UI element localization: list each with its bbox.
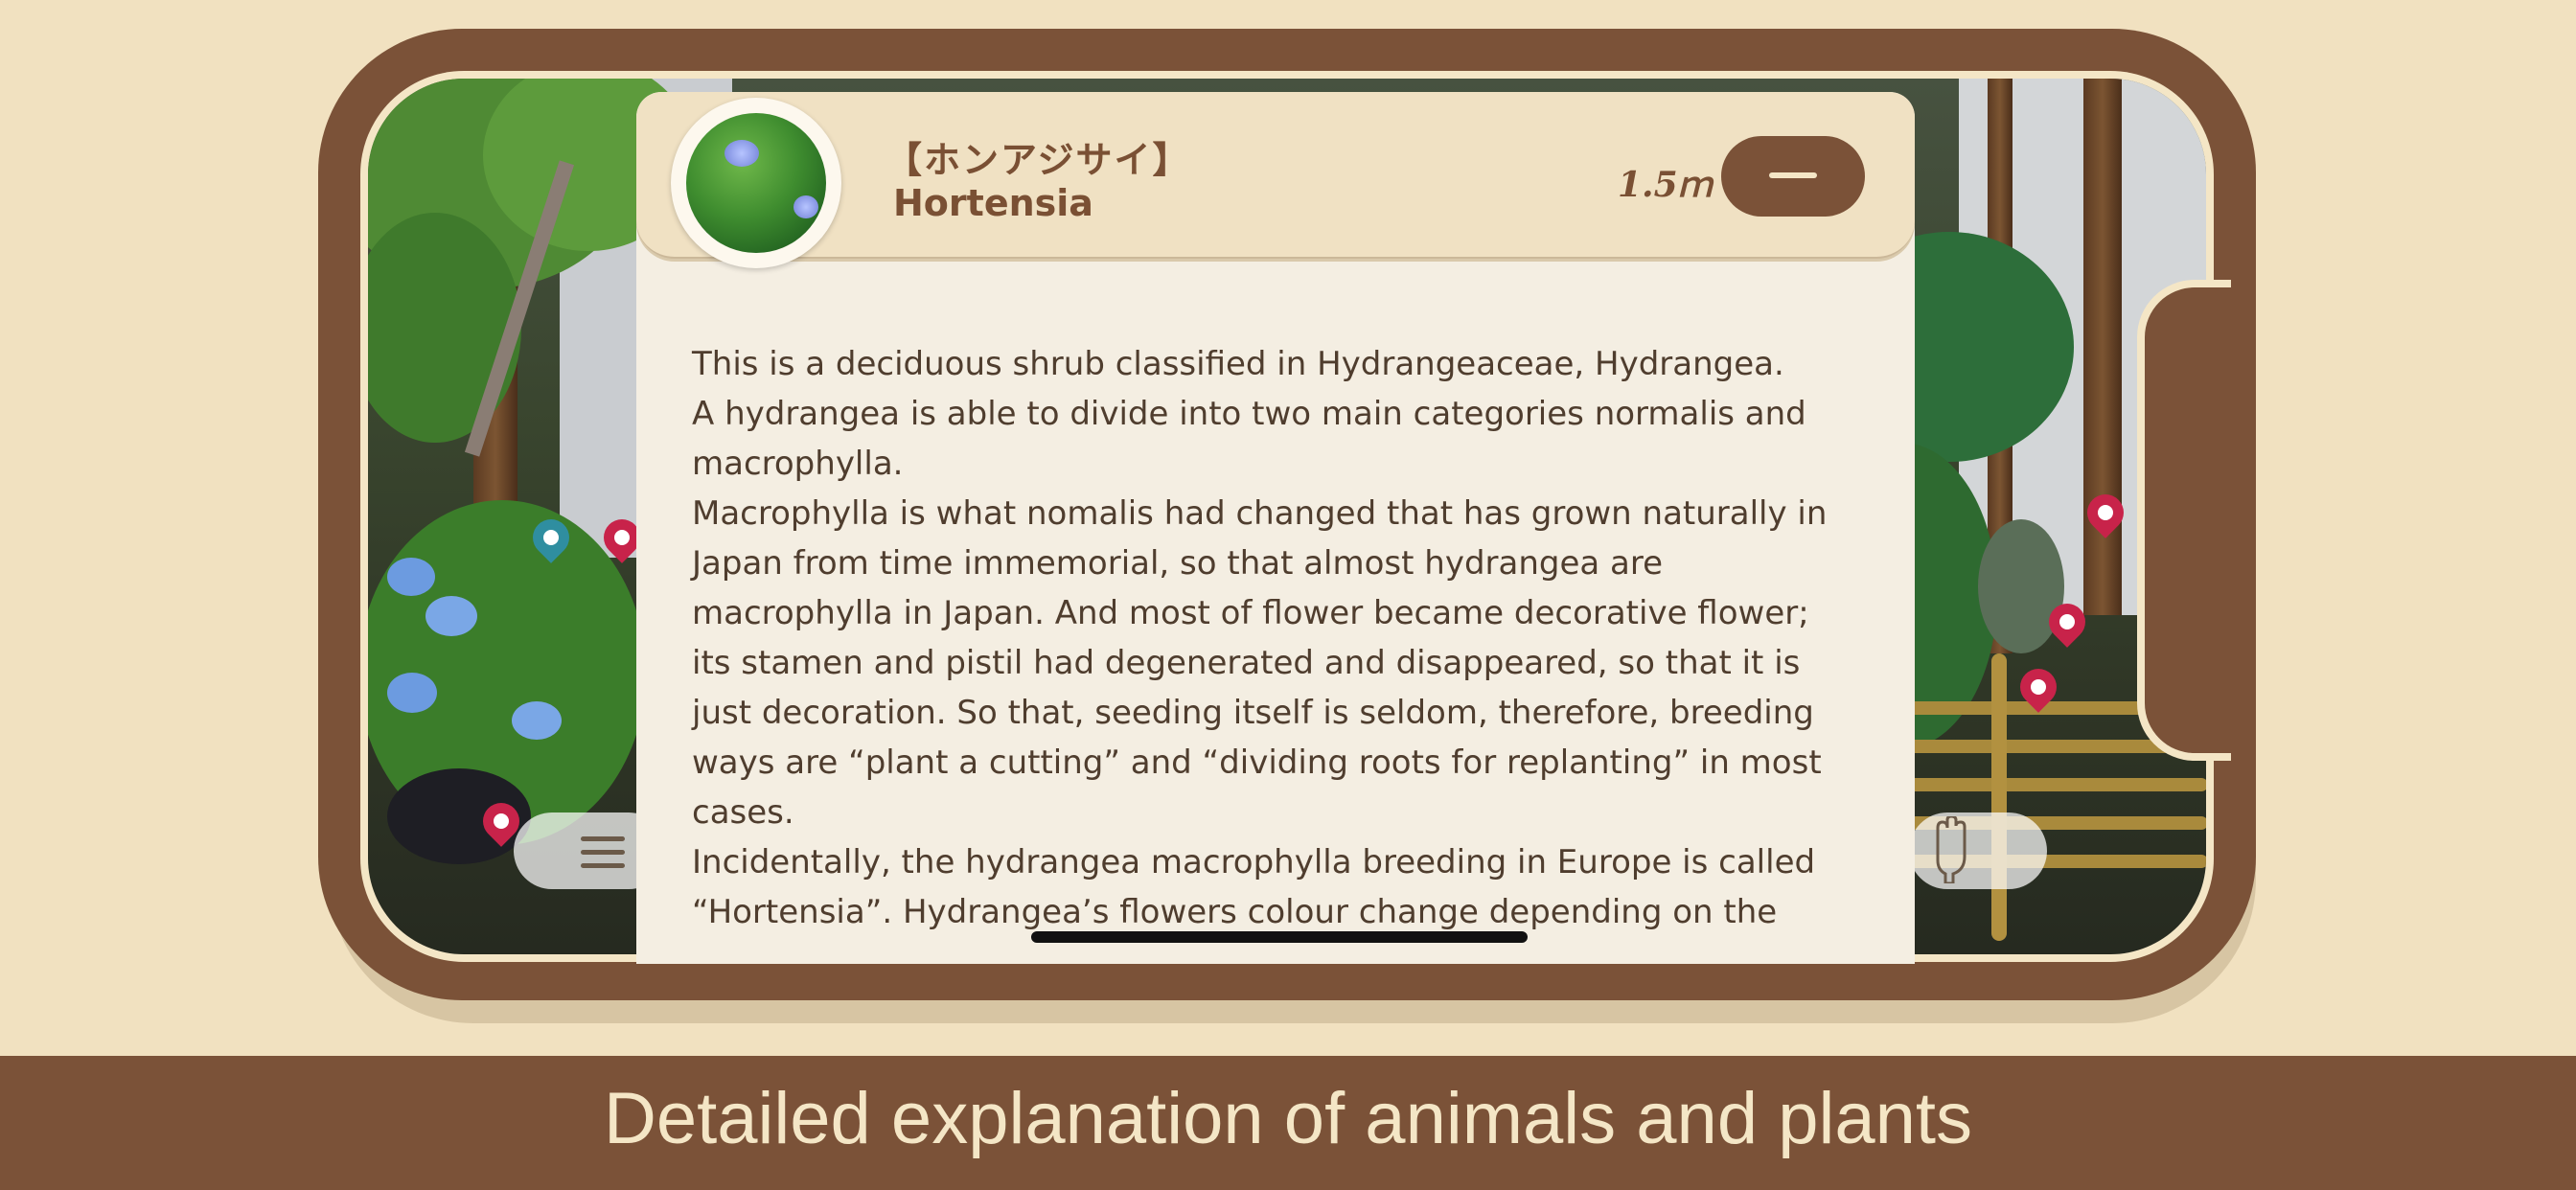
detail-header: 【ホンアジサイ】 Hortensia 1.5ｍ [636, 92, 1915, 268]
plant-name-english: Hortensia [893, 182, 1093, 224]
caption-bar: Detailed explanation of animals and plan… [0, 1056, 2576, 1190]
plant-description: This is a deciduous shrub classified in … [692, 345, 1828, 931]
menu-lines-icon[interactable] [581, 828, 625, 876]
thumbnail-flower [794, 195, 818, 218]
device-notch [2137, 280, 2231, 761]
vase [1978, 519, 2064, 653]
plant-height: 1.5ｍ [1618, 165, 1713, 205]
plant-thumbnail [671, 98, 841, 268]
thumbnail-flower [724, 140, 759, 167]
hydrangea-flower [387, 673, 437, 713]
home-indicator[interactable] [1031, 931, 1528, 943]
caption-text: Detailed explanation of animals and plan… [603, 1078, 1973, 1159]
plant-name-japanese: 【ホンアジサイ】 [886, 139, 1191, 181]
minus-icon [1769, 172, 1817, 178]
hydrangea-flower [387, 558, 435, 596]
hydrangea-image [686, 113, 826, 253]
tool-button[interactable] [1909, 812, 2047, 889]
hydrangea-flower [512, 701, 562, 740]
close-button[interactable] [1721, 136, 1865, 217]
bamboo-fence-post [1991, 653, 2007, 941]
glove-icon[interactable] [1932, 816, 1970, 883]
detail-panel: 【ホンアジサイ】 Hortensia 1.5ｍ This is a decidu… [636, 92, 1915, 964]
hydrangea-flower [426, 596, 477, 636]
